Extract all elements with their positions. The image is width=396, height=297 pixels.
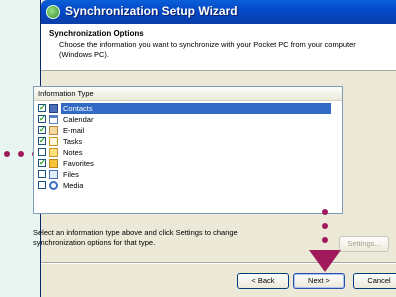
annotation-dot (322, 209, 328, 215)
list-item-label: Files (63, 170, 79, 179)
list-item-media[interactable]: Media (34, 180, 342, 191)
list-item-label: Notes (63, 148, 83, 157)
files-icon (49, 170, 58, 179)
cancel-button[interactable]: Cancel (353, 273, 396, 289)
media-icon (49, 181, 58, 190)
list-item-label: Contacts (61, 103, 95, 114)
list-item-label: Tasks (63, 137, 83, 146)
activesync-icon (46, 5, 60, 19)
wizard-header: Synchronization Options Choose the infor… (41, 24, 396, 71)
list-item-notes[interactable]: Notes (34, 147, 342, 158)
checkbox-favorites[interactable]: ✓ (38, 159, 46, 167)
list-item-label: Calendar (63, 115, 94, 124)
information-type-list[interactable]: Information Type ✓ Contacts ✓ Calendar ✓… (33, 86, 343, 214)
favorites-icon (49, 159, 58, 168)
checkbox-files[interactable] (38, 170, 46, 178)
checkbox-email[interactable]: ✓ (38, 126, 46, 134)
page-title: Synchronization Options (49, 29, 144, 38)
annotation-dot (322, 237, 328, 243)
checkbox-calendar[interactable]: ✓ (38, 115, 46, 123)
annotation-dot (4, 151, 10, 157)
checkbox-tasks[interactable]: ✓ (38, 137, 46, 145)
next-button[interactable]: Next > (293, 273, 345, 289)
annotation-dot (322, 223, 328, 229)
column-header-information-type[interactable]: Information Type (34, 87, 342, 101)
title-bar[interactable]: Synchronization Setup Wizard (41, 0, 396, 24)
notes-icon (49, 148, 58, 157)
list-item-tasks[interactable]: ✓ Tasks (34, 136, 342, 147)
list-item-contacts[interactable]: ✓ Contacts (34, 103, 342, 114)
annotation-dot (18, 151, 24, 157)
tasks-icon (49, 137, 58, 146)
back-button[interactable]: < Back (237, 273, 289, 289)
contacts-icon (49, 104, 58, 113)
window-title: Synchronization Setup Wizard (65, 4, 238, 18)
divider (41, 262, 396, 264)
email-icon (49, 126, 58, 135)
wizard-window: Synchronization Setup Wizard Synchroniza… (33, 0, 396, 297)
list-item-calendar[interactable]: ✓ Calendar (34, 114, 342, 125)
list-item-label: Favorites (63, 159, 94, 168)
settings-button[interactable]: Settings... (339, 236, 389, 252)
instruction-text: Select an information type above and cli… (33, 228, 238, 247)
page-description: Choose the information you want to synch… (59, 40, 356, 59)
list-item-email[interactable]: ✓ E-mail (34, 125, 342, 136)
checkbox-contacts[interactable]: ✓ (38, 104, 46, 112)
checkbox-notes[interactable] (38, 148, 46, 156)
selection-highlight (61, 103, 331, 114)
list-item-label: E-mail (63, 126, 85, 135)
list-item-favorites[interactable]: ✓ Favorites (34, 158, 342, 169)
list-item-label: Media (63, 181, 84, 190)
calendar-icon (49, 115, 58, 124)
annotation-arrow-down (309, 250, 341, 272)
checkbox-media[interactable] (38, 181, 46, 189)
list-item-files[interactable]: Files (34, 169, 342, 180)
